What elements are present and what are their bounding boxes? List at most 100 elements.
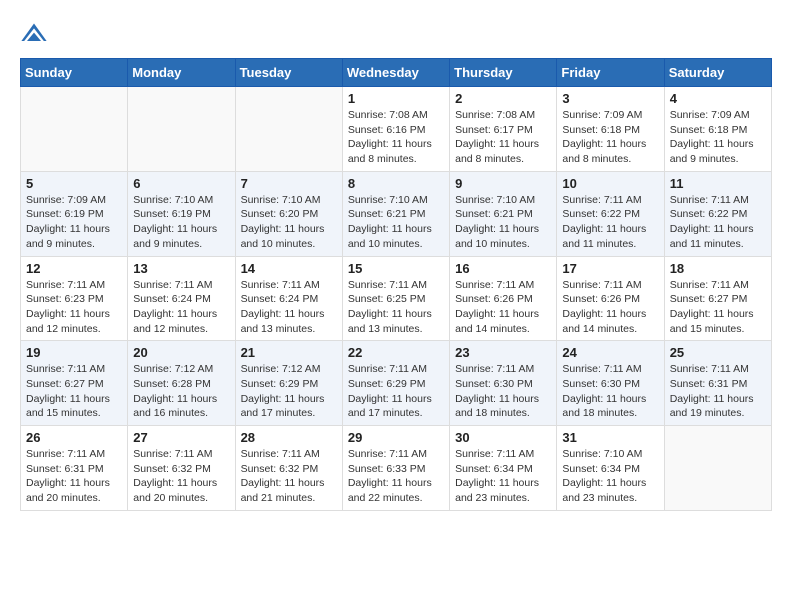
day-info: Sunrise: 7:10 AM Sunset: 6:34 PM Dayligh… bbox=[562, 447, 658, 506]
weekday-header-sunday: Sunday bbox=[21, 59, 128, 87]
day-info: Sunrise: 7:11 AM Sunset: 6:26 PM Dayligh… bbox=[562, 278, 658, 337]
weekday-header-thursday: Thursday bbox=[450, 59, 557, 87]
calendar-cell: 6 Sunrise: 7:10 AM Sunset: 6:19 PM Daylig… bbox=[128, 171, 235, 256]
day-number: 26 bbox=[26, 430, 122, 445]
day-info: Sunrise: 7:11 AM Sunset: 6:25 PM Dayligh… bbox=[348, 278, 444, 337]
calendar-cell: 2Sunrise: 7:08 AM Sunset: 6:17 PM Daylig… bbox=[450, 87, 557, 172]
logo bbox=[20, 20, 54, 48]
day-info: Sunrise: 7:11 AM Sunset: 6:23 PM Dayligh… bbox=[26, 278, 122, 337]
day-info: Sunrise: 7:11 AM Sunset: 6:32 PM Dayligh… bbox=[241, 447, 337, 506]
day-info: Sunrise: 7:11 AM Sunset: 6:22 PM Dayligh… bbox=[562, 193, 658, 252]
day-number: 13 bbox=[133, 261, 229, 276]
calendar-cell: 25Sunrise: 7:11 AM Sunset: 6:31 PM Dayli… bbox=[664, 341, 771, 426]
day-number: 11 bbox=[670, 176, 766, 191]
day-number: 6 bbox=[133, 176, 229, 191]
calendar-cell: 31 Sunrise: 7:10 AM Sunset: 6:34 PM Dayli… bbox=[557, 426, 664, 511]
calendar-cell: 27 Sunrise: 7:11 AM Sunset: 6:32 PM Dayli… bbox=[128, 426, 235, 511]
calendar-cell: 12 Sunrise: 7:11 AM Sunset: 6:23 PM Dayli… bbox=[21, 256, 128, 341]
calendar-table: SundayMondayTuesdayWednesdayThursdayFrid… bbox=[20, 58, 772, 511]
day-number: 4 bbox=[670, 91, 766, 106]
day-number: 23 bbox=[455, 345, 551, 360]
day-number: 22 bbox=[348, 345, 444, 360]
calendar-cell: 28 Sunrise: 7:11 AM Sunset: 6:32 PM Dayli… bbox=[235, 426, 342, 511]
week-row-0: 1 Sunrise: 7:08 AM Sunset: 6:16 PM Daylig… bbox=[21, 87, 772, 172]
day-info: Sunrise: 7:11 AM Sunset: 6:30 PM Dayligh… bbox=[562, 362, 658, 421]
day-number: 29 bbox=[348, 430, 444, 445]
day-info: Sunrise: 7:11 AM Sunset: 6:31 PM Dayligh… bbox=[26, 447, 122, 506]
calendar-cell: 10 Sunrise: 7:11 AM Sunset: 6:22 PM Dayli… bbox=[557, 171, 664, 256]
day-number: 21 bbox=[241, 345, 337, 360]
week-row-1: 5 Sunrise: 7:09 AM Sunset: 6:19 PM Daylig… bbox=[21, 171, 772, 256]
day-info: Sunrise: 7:11 AM Sunset: 6:29 PM Dayligh… bbox=[348, 362, 444, 421]
day-info: Sunrise: 7:09 AM Sunset: 6:19 PM Dayligh… bbox=[26, 193, 122, 252]
calendar-cell: 30Sunrise: 7:11 AM Sunset: 6:34 PM Dayli… bbox=[450, 426, 557, 511]
day-info: Sunrise: 7:10 AM Sunset: 6:21 PM Dayligh… bbox=[455, 193, 551, 252]
calendar-cell: 19 Sunrise: 7:11 AM Sunset: 6:27 PM Dayli… bbox=[21, 341, 128, 426]
calendar-cell: 1 Sunrise: 7:08 AM Sunset: 6:16 PM Daylig… bbox=[342, 87, 449, 172]
page-header bbox=[20, 20, 772, 48]
calendar-cell: 15 Sunrise: 7:11 AM Sunset: 6:25 PM Dayli… bbox=[342, 256, 449, 341]
calendar-cell: 26 Sunrise: 7:11 AM Sunset: 6:31 PM Dayli… bbox=[21, 426, 128, 511]
day-number: 14 bbox=[241, 261, 337, 276]
day-number: 17 bbox=[562, 261, 658, 276]
weekday-header-row: SundayMondayTuesdayWednesdayThursdayFrid… bbox=[21, 59, 772, 87]
day-number: 24 bbox=[562, 345, 658, 360]
day-number: 28 bbox=[241, 430, 337, 445]
day-info: Sunrise: 7:10 AM Sunset: 6:21 PM Dayligh… bbox=[348, 193, 444, 252]
day-number: 1 bbox=[348, 91, 444, 106]
calendar-cell: 20 Sunrise: 7:12 AM Sunset: 6:28 PM Dayli… bbox=[128, 341, 235, 426]
day-number: 19 bbox=[26, 345, 122, 360]
week-row-3: 19 Sunrise: 7:11 AM Sunset: 6:27 PM Dayli… bbox=[21, 341, 772, 426]
calendar-cell: 7Sunrise: 7:10 AM Sunset: 6:20 PM Daylig… bbox=[235, 171, 342, 256]
day-number: 25 bbox=[670, 345, 766, 360]
day-info: Sunrise: 7:11 AM Sunset: 6:27 PM Dayligh… bbox=[670, 278, 766, 337]
weekday-header-wednesday: Wednesday bbox=[342, 59, 449, 87]
day-info: Sunrise: 7:12 AM Sunset: 6:28 PM Dayligh… bbox=[133, 362, 229, 421]
calendar-cell bbox=[235, 87, 342, 172]
day-number: 10 bbox=[562, 176, 658, 191]
day-number: 18 bbox=[670, 261, 766, 276]
calendar-cell: 3 Sunrise: 7:09 AM Sunset: 6:18 PM Daylig… bbox=[557, 87, 664, 172]
day-info: Sunrise: 7:11 AM Sunset: 6:26 PM Dayligh… bbox=[455, 278, 551, 337]
calendar-cell: 17 Sunrise: 7:11 AM Sunset: 6:26 PM Dayli… bbox=[557, 256, 664, 341]
day-number: 15 bbox=[348, 261, 444, 276]
calendar-cell: 18 Sunrise: 7:11 AM Sunset: 6:27 PM Dayli… bbox=[664, 256, 771, 341]
day-number: 12 bbox=[26, 261, 122, 276]
day-info: Sunrise: 7:11 AM Sunset: 6:24 PM Dayligh… bbox=[241, 278, 337, 337]
day-number: 20 bbox=[133, 345, 229, 360]
day-number: 9 bbox=[455, 176, 551, 191]
calendar-cell: 29Sunrise: 7:11 AM Sunset: 6:33 PM Dayli… bbox=[342, 426, 449, 511]
day-number: 27 bbox=[133, 430, 229, 445]
day-number: 31 bbox=[562, 430, 658, 445]
week-row-2: 12 Sunrise: 7:11 AM Sunset: 6:23 PM Dayli… bbox=[21, 256, 772, 341]
day-info: Sunrise: 7:11 AM Sunset: 6:27 PM Dayligh… bbox=[26, 362, 122, 421]
day-info: Sunrise: 7:10 AM Sunset: 6:19 PM Dayligh… bbox=[133, 193, 229, 252]
day-info: Sunrise: 7:09 AM Sunset: 6:18 PM Dayligh… bbox=[670, 108, 766, 167]
calendar-cell: 24 Sunrise: 7:11 AM Sunset: 6:30 PM Dayli… bbox=[557, 341, 664, 426]
day-number: 30 bbox=[455, 430, 551, 445]
day-info: Sunrise: 7:11 AM Sunset: 6:30 PM Dayligh… bbox=[455, 362, 551, 421]
day-number: 7 bbox=[241, 176, 337, 191]
day-info: Sunrise: 7:08 AM Sunset: 6:16 PM Dayligh… bbox=[348, 108, 444, 167]
calendar-cell: 11 Sunrise: 7:11 AM Sunset: 6:22 PM Dayli… bbox=[664, 171, 771, 256]
calendar-cell: 9 Sunrise: 7:10 AM Sunset: 6:21 PM Daylig… bbox=[450, 171, 557, 256]
day-number: 16 bbox=[455, 261, 551, 276]
calendar-cell: 21 Sunrise: 7:12 AM Sunset: 6:29 PM Dayli… bbox=[235, 341, 342, 426]
day-info: Sunrise: 7:09 AM Sunset: 6:18 PM Dayligh… bbox=[562, 108, 658, 167]
day-number: 8 bbox=[348, 176, 444, 191]
day-info: Sunrise: 7:11 AM Sunset: 6:32 PM Dayligh… bbox=[133, 447, 229, 506]
calendar-cell: 22 Sunrise: 7:11 AM Sunset: 6:29 PM Dayli… bbox=[342, 341, 449, 426]
calendar-cell: 13Sunrise: 7:11 AM Sunset: 6:24 PM Dayli… bbox=[128, 256, 235, 341]
day-info: Sunrise: 7:11 AM Sunset: 6:22 PM Dayligh… bbox=[670, 193, 766, 252]
day-number: 2 bbox=[455, 91, 551, 106]
weekday-header-monday: Monday bbox=[128, 59, 235, 87]
calendar-cell: 14 Sunrise: 7:11 AM Sunset: 6:24 PM Dayli… bbox=[235, 256, 342, 341]
weekday-header-tuesday: Tuesday bbox=[235, 59, 342, 87]
day-number: 5 bbox=[26, 176, 122, 191]
calendar-cell bbox=[21, 87, 128, 172]
day-number: 3 bbox=[562, 91, 658, 106]
day-info: Sunrise: 7:12 AM Sunset: 6:29 PM Dayligh… bbox=[241, 362, 337, 421]
calendar-cell: 4 Sunrise: 7:09 AM Sunset: 6:18 PM Daylig… bbox=[664, 87, 771, 172]
calendar-cell bbox=[664, 426, 771, 511]
week-row-4: 26 Sunrise: 7:11 AM Sunset: 6:31 PM Dayli… bbox=[21, 426, 772, 511]
